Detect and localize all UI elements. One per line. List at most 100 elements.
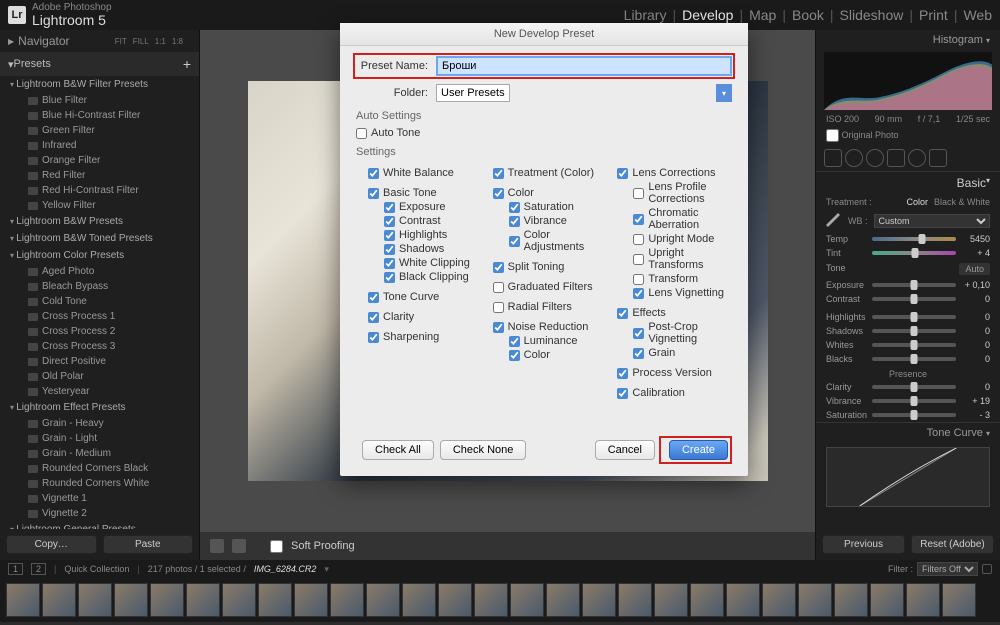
setting-checkbox[interactable]: Lens Vignetting bbox=[617, 286, 732, 300]
setting-checkbox[interactable]: Lens Corrections bbox=[617, 166, 732, 180]
filmstrip-thumb[interactable] bbox=[222, 583, 256, 617]
filmstrip-thumb[interactable] bbox=[834, 583, 868, 617]
paste-button[interactable]: Paste bbox=[103, 535, 194, 554]
filmstrip-thumb[interactable] bbox=[438, 583, 472, 617]
setting-checkbox[interactable]: Clarity bbox=[368, 310, 483, 324]
filmstrip-thumb[interactable] bbox=[582, 583, 616, 617]
module-tab-develop[interactable]: Develop bbox=[682, 7, 733, 24]
filmstrip-thumb[interactable] bbox=[546, 583, 580, 617]
setting-checkbox[interactable]: Grain bbox=[617, 346, 732, 360]
before-after-icon[interactable] bbox=[232, 539, 246, 553]
basic-panel-header[interactable]: Basic ▾ bbox=[816, 171, 1000, 194]
preset-item[interactable]: Aged Photo bbox=[0, 264, 199, 279]
preset-item[interactable]: Red Filter bbox=[0, 168, 199, 183]
filmstrip-thumb[interactable] bbox=[690, 583, 724, 617]
tone-curve-chart[interactable] bbox=[826, 447, 990, 507]
setting-checkbox[interactable]: Basic Tone bbox=[368, 186, 483, 200]
setting-checkbox[interactable]: Exposure bbox=[368, 200, 483, 214]
preset-folder[interactable]: Lightroom B&W Presets bbox=[0, 213, 199, 230]
setting-checkbox[interactable]: Saturation bbox=[493, 200, 608, 214]
treatment-color[interactable]: Color bbox=[906, 197, 928, 207]
filmstrip-thumb[interactable] bbox=[366, 583, 400, 617]
setting-checkbox[interactable]: Treatment (Color) bbox=[493, 166, 608, 180]
redeye-tool-icon[interactable] bbox=[866, 149, 884, 167]
setting-checkbox[interactable]: Process Version bbox=[617, 366, 732, 380]
setting-checkbox[interactable]: Transform bbox=[617, 272, 732, 286]
setting-checkbox[interactable]: White Clipping bbox=[368, 256, 483, 270]
preset-item[interactable]: Grain - Light bbox=[0, 431, 199, 446]
preset-folder[interactable]: Lightroom Effect Presets bbox=[0, 399, 199, 416]
filmstrip-thumb[interactable] bbox=[726, 583, 760, 617]
auto-tone-checkbox[interactable]: Auto Tone bbox=[356, 126, 732, 140]
source-label[interactable]: Quick Collection bbox=[64, 564, 129, 574]
setting-checkbox[interactable]: Calibration bbox=[617, 386, 732, 400]
filmstrip-thumb[interactable] bbox=[78, 583, 112, 617]
preset-item[interactable]: Yellow Filter bbox=[0, 198, 199, 213]
preset-item[interactable]: Cross Process 1 bbox=[0, 309, 199, 324]
treatment-bw[interactable]: Black & White bbox=[934, 197, 990, 207]
check-all-button[interactable]: Check All bbox=[362, 440, 434, 460]
previous-button[interactable]: Previous bbox=[822, 535, 905, 554]
nav-zoom-option[interactable]: FIT bbox=[115, 37, 127, 46]
soft-proofing-checkbox[interactable] bbox=[270, 540, 283, 553]
clarity-slider[interactable]: Clarity0 bbox=[816, 380, 1000, 394]
filter-lock-icon[interactable] bbox=[982, 564, 992, 574]
setting-checkbox[interactable]: Color bbox=[493, 348, 608, 362]
temp-slider[interactable]: Temp5450 bbox=[816, 232, 1000, 246]
setting-checkbox[interactable]: Color bbox=[493, 186, 608, 200]
filmstrip-thumb[interactable] bbox=[654, 583, 688, 617]
module-tab-library[interactable]: Library bbox=[624, 7, 667, 24]
exposure-slider[interactable]: Exposure+ 0,10 bbox=[816, 278, 1000, 292]
filmstrip-thumb[interactable] bbox=[6, 583, 40, 617]
preset-item[interactable]: Infrared bbox=[0, 138, 199, 153]
add-preset-icon[interactable]: + bbox=[183, 56, 191, 72]
setting-checkbox[interactable]: Upright Transforms bbox=[617, 246, 732, 272]
setting-checkbox[interactable]: Color Adjustments bbox=[493, 228, 608, 254]
tone-curve-header[interactable]: Tone Curve ▾ bbox=[816, 422, 1000, 443]
folder-select[interactable]: User Presets bbox=[436, 84, 510, 102]
preset-folder[interactable]: Lightroom General Presets bbox=[0, 521, 199, 529]
nav-zoom-option[interactable]: FILL bbox=[133, 37, 149, 46]
module-tab-book[interactable]: Book bbox=[792, 7, 824, 24]
setting-checkbox[interactable]: Sharpening bbox=[368, 330, 483, 344]
filmstrip-thumb[interactable] bbox=[402, 583, 436, 617]
filmstrip-thumb[interactable] bbox=[870, 583, 904, 617]
check-none-button[interactable]: Check None bbox=[440, 440, 527, 460]
crop-tool-icon[interactable] bbox=[824, 149, 842, 167]
filmstrip-thumb[interactable] bbox=[294, 583, 328, 617]
grid-view-icon[interactable]: 1 bbox=[8, 563, 23, 575]
filmstrip-thumb[interactable] bbox=[114, 583, 148, 617]
reset-button[interactable]: Reset (Adobe) bbox=[911, 535, 994, 554]
preset-item[interactable]: Cross Process 3 bbox=[0, 339, 199, 354]
contrast-slider[interactable]: Contrast0 bbox=[816, 292, 1000, 306]
filmstrip-thumb[interactable] bbox=[942, 583, 976, 617]
preset-item[interactable]: Green Filter bbox=[0, 123, 199, 138]
setting-checkbox[interactable]: Noise Reduction bbox=[493, 320, 608, 334]
preset-item[interactable]: Vignette 1 bbox=[0, 491, 199, 506]
filmstrip-thumb[interactable] bbox=[150, 583, 184, 617]
setting-checkbox[interactable]: Lens Profile Corrections bbox=[617, 180, 732, 206]
setting-checkbox[interactable]: White Balance bbox=[368, 166, 483, 180]
setting-checkbox[interactable]: Shadows bbox=[368, 242, 483, 256]
preset-item[interactable]: Yesteryear bbox=[0, 384, 199, 399]
preset-item[interactable]: Grain - Medium bbox=[0, 446, 199, 461]
cancel-button[interactable]: Cancel bbox=[595, 440, 655, 460]
original-photo-toggle[interactable]: Original Photo bbox=[816, 126, 1000, 145]
setting-checkbox[interactable]: Effects bbox=[617, 306, 732, 320]
preset-item[interactable]: Red Hi-Contrast Filter bbox=[0, 183, 199, 198]
navigator-header[interactable]: ▶ Navigator FITFILL1:11:8 bbox=[0, 30, 199, 52]
create-button[interactable]: Create bbox=[669, 440, 728, 460]
setting-checkbox[interactable]: Graduated Filters bbox=[493, 280, 608, 294]
brush-tool-icon[interactable] bbox=[929, 149, 947, 167]
preset-item[interactable]: Orange Filter bbox=[0, 153, 199, 168]
preset-item[interactable]: Blue Hi-Contrast Filter bbox=[0, 108, 199, 123]
saturation-slider[interactable]: Saturation- 3 bbox=[816, 408, 1000, 422]
setting-checkbox[interactable]: Post-Crop Vignetting bbox=[617, 320, 732, 346]
filmstrip-thumb[interactable] bbox=[762, 583, 796, 617]
preset-item[interactable]: Cold Tone bbox=[0, 294, 199, 309]
setting-checkbox[interactable]: Split Toning bbox=[493, 260, 608, 274]
module-tab-print[interactable]: Print bbox=[919, 7, 948, 24]
spot-tool-icon[interactable] bbox=[845, 149, 863, 167]
whites-slider[interactable]: Whites0 bbox=[816, 338, 1000, 352]
setting-checkbox[interactable]: Luminance bbox=[493, 334, 608, 348]
